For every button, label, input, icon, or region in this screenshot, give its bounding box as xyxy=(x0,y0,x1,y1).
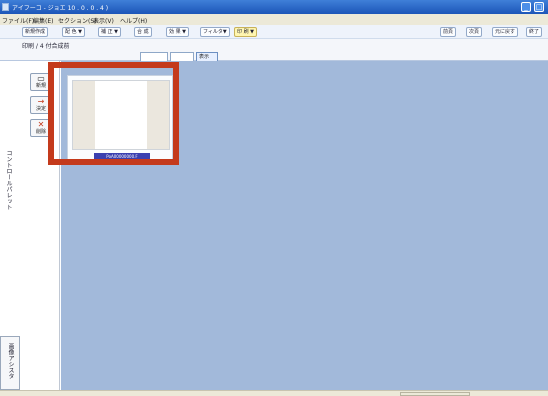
highlight-box xyxy=(48,62,179,165)
tab-2[interactable] xyxy=(170,52,194,61)
menu-edit[interactable]: 編集(E) xyxy=(33,16,53,25)
image-assist-panel[interactable]: 画像アシスタ xyxy=(0,336,20,390)
toolbar: 新規作成 配 色 ▼ 補 正 ▼ 合 成 効 果 ▼ フィルタ▼ 印 刷 ▼ 前… xyxy=(0,25,548,39)
tab-view[interactable]: 表示 xyxy=(196,52,218,61)
menu-help[interactable]: ヘルプ(H) xyxy=(120,16,147,25)
toolbar-correct-button[interactable]: 補 正 ▼ xyxy=(98,27,122,37)
status-bar xyxy=(0,390,548,396)
toolbar-print-button[interactable]: 印 刷 ▼ xyxy=(234,27,258,37)
maximize-icon[interactable]: □ xyxy=(534,2,544,12)
toolbar-composite-button[interactable]: 合 成 xyxy=(134,27,152,37)
tab-row: 印刷 / 4 付合成前 表示 xyxy=(0,39,548,61)
menu-view[interactable]: 表示(V) xyxy=(93,16,114,25)
menu-section[interactable]: セクション(S) xyxy=(58,16,97,25)
toolbar-new-button[interactable]: 新規作成 xyxy=(22,27,49,37)
image-assist-label: 画像アシスタ xyxy=(7,343,14,379)
toolbar-prev-button[interactable]: 前頁 xyxy=(440,27,457,37)
toolbar-exit-button[interactable]: 終了 xyxy=(526,27,543,37)
toolbar-filter-button[interactable]: フィルタ▼ xyxy=(200,27,230,37)
menu-bar: ファイル(F) 編集(E) セクション(S) 表示(V) ヘルプ(H) xyxy=(0,14,548,25)
toolbar-effect-button[interactable]: 効 果 ▼ xyxy=(166,27,190,37)
control-palette-label: コントロールパレット xyxy=(5,150,12,210)
toolbar-color-button[interactable]: 配 色 ▼ xyxy=(62,27,86,37)
toolbar-next-button[interactable]: 次頁 xyxy=(466,27,483,37)
window-title: アイフーコ - ジョエ 10 . 0 . 0 . 4 ) xyxy=(12,5,109,12)
app-icon xyxy=(2,3,9,11)
status-segment xyxy=(400,392,470,396)
current-mode-label: 印刷 / 4 付合成前 xyxy=(22,43,70,50)
menu-file[interactable]: ファイル(F) xyxy=(2,16,34,25)
title-bar: アイフーコ - ジョエ 10 . 0 . 0 . 4 ) _ □ xyxy=(0,0,548,14)
tab-1[interactable] xyxy=(140,52,168,61)
minimize-icon[interactable]: _ xyxy=(521,2,531,12)
toolbar-undo-button[interactable]: 元に戻す xyxy=(492,27,519,37)
